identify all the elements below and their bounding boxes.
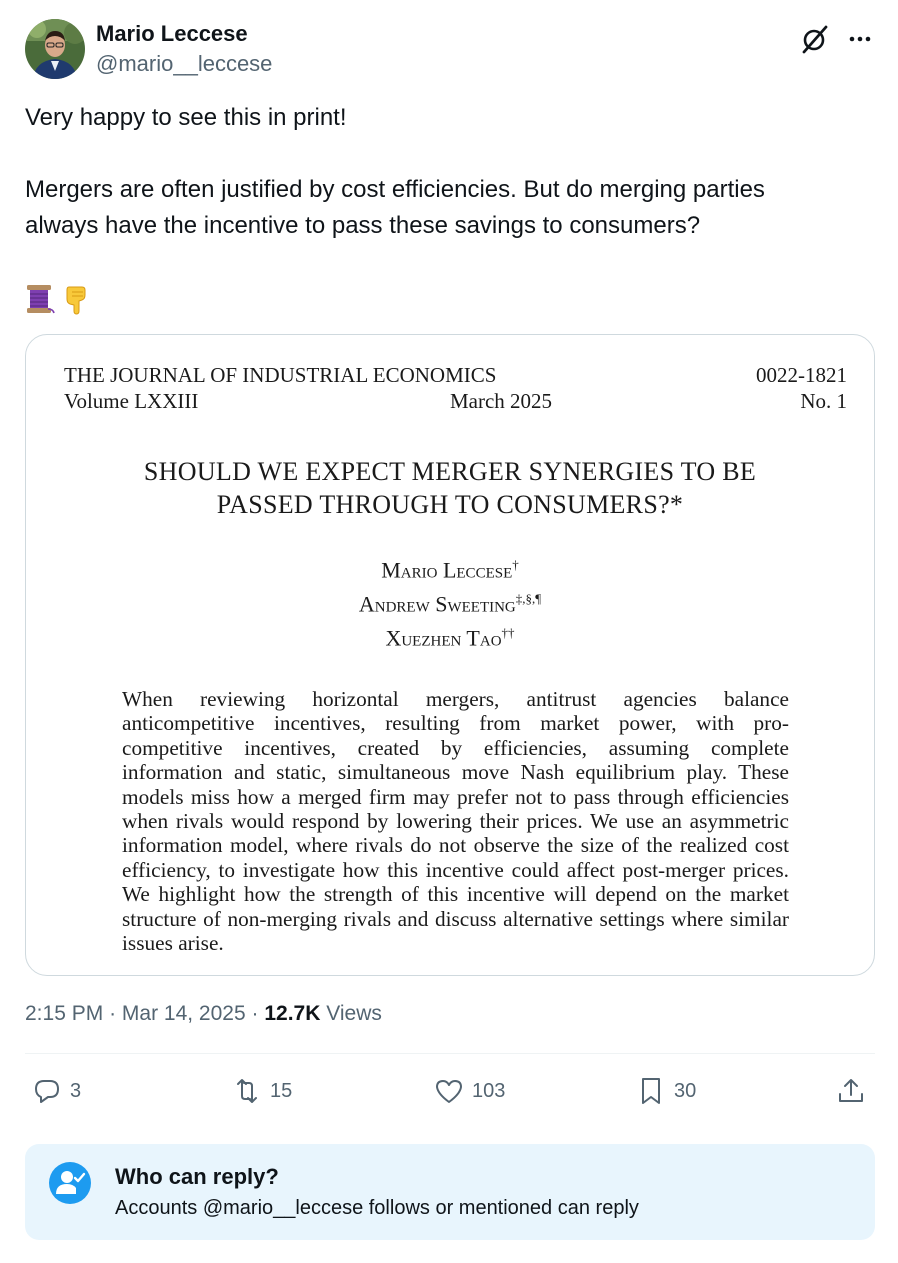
paper-title-line: SHOULD WE EXPECT MERGER SYNERGIES TO BE — [143, 457, 757, 486]
paper-title: SHOULD WE EXPECT MERGER SYNERGIES TO BE … — [86, 455, 814, 521]
bookmark-button[interactable]: 30 — [636, 1072, 696, 1110]
views-count: 12.7K — [264, 1002, 321, 1025]
paper-author: Andrew Sweeting‡,§,¶ — [26, 591, 874, 617]
paper-abstract: When reviewing horizontal mergers, antit… — [122, 687, 789, 956]
reply-icon — [35, 1080, 59, 1103]
separator-dot: · — [109, 1002, 117, 1025]
more-options-icon[interactable] — [844, 22, 878, 56]
grok-icon[interactable] — [798, 22, 832, 56]
tweet-date[interactable]: Mar 14, 2025 — [122, 1002, 246, 1025]
pointing-down-emoji — [66, 286, 86, 315]
repost-icon — [237, 1079, 257, 1103]
author-name[interactable]: Mario Leccese — [96, 21, 248, 47]
journal-issn: 0022-1821 — [756, 363, 847, 387]
tweet-time[interactable]: 2:15 PM — [25, 1002, 103, 1025]
paper-author-mark: † — [512, 557, 519, 572]
paper-author-mark: ‡,§,¶ — [515, 591, 542, 606]
tweet-text-line: always have the incentive to pass these … — [25, 212, 701, 239]
bookmark-icon — [642, 1078, 660, 1104]
tweet-text-line: Very happy to see this in print! — [25, 104, 347, 131]
journal-date: March 2025 — [450, 389, 553, 413]
paper-author: Mario Leccese† — [26, 557, 874, 583]
reply-settings-title: Who can reply? — [115, 1164, 279, 1189]
share-icon — [839, 1079, 863, 1102]
bookmark-count: 30 — [674, 1079, 697, 1102]
emoji-row — [25, 282, 89, 316]
like-button[interactable]: 103 — [434, 1072, 505, 1110]
paper-author-mark: †† — [501, 625, 515, 640]
author-handle[interactable]: @mario__leccese — [96, 51, 272, 77]
reply-button[interactable]: 3 — [32, 1072, 81, 1110]
share-button[interactable] — [836, 1072, 866, 1110]
separator-dot: · — [251, 1002, 259, 1025]
paper-title-line: PASSED THROUGH TO CONSUMERS?* — [216, 490, 684, 519]
tweet-text-line: Mergers are often justified by cost effi… — [25, 176, 765, 203]
avatar-photo — [25, 19, 85, 79]
reply-settings-description: Accounts @mario__leccese follows or ment… — [115, 1197, 639, 1219]
timestamp-row: 2:15 PM · Mar 14, 2025 · 12.7K Views — [25, 1002, 382, 1026]
media-image-card[interactable]: THE JOURNAL OF INDUSTRIAL ECONOMICS Volu… — [25, 334, 875, 976]
user-check-icon — [49, 1162, 91, 1204]
paper-author-name: Xuezhen Tao — [385, 625, 502, 651]
heart-icon — [436, 1080, 462, 1103]
journal-volume: Volume LXXIII — [64, 389, 199, 413]
views-label: Views — [326, 1002, 382, 1025]
thread-spool-emoji — [27, 285, 55, 314]
repost-button[interactable]: 15 — [232, 1072, 292, 1110]
like-count: 103 — [472, 1079, 506, 1102]
paper-author-name: Mario Leccese — [381, 557, 513, 583]
who-can-reply-box: Who can reply? Accounts @mario__leccese … — [25, 1144, 875, 1240]
reply-count: 3 — [70, 1079, 82, 1102]
journal-name: THE JOURNAL OF INDUSTRIAL ECONOMICS — [64, 363, 497, 387]
repost-count: 15 — [270, 1079, 293, 1102]
avatar[interactable] — [25, 19, 85, 79]
paper-author-name: Andrew Sweeting — [358, 591, 516, 617]
divider — [25, 1053, 875, 1054]
paper-author: Xuezhen Tao†† — [26, 625, 874, 651]
journal-issue: No. 1 — [800, 389, 847, 413]
